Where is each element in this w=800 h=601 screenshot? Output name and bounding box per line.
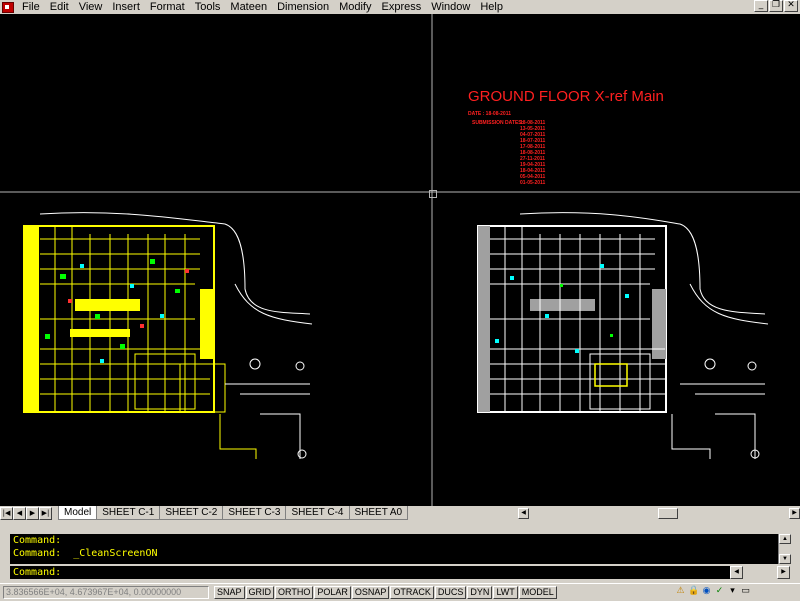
toggle-snap[interactable]: SNAP (214, 586, 245, 599)
scroll-down-icon[interactable]: ▼ (779, 554, 791, 564)
toggle-polar[interactable]: POLAR (314, 586, 351, 599)
command-horizontal-scrollbar[interactable]: ◀ ▶ (730, 566, 790, 579)
comm-center-icon[interactable]: ⚠ (675, 586, 686, 597)
toggle-ortho[interactable]: ORTHO (275, 586, 314, 599)
status-bar: 3.836566E+04, 4.673967E+04, 0.00000000 S… (0, 583, 800, 601)
menu-edit[interactable]: Edit (45, 0, 74, 14)
last-tab-icon[interactable]: ▶| (39, 507, 52, 520)
menu-bar: File Edit View Insert Format Tools Matee… (0, 0, 800, 14)
command-vertical-scrollbar[interactable]: ▲ ▼ (778, 534, 791, 564)
scroll-right-icon[interactable]: ▶ (777, 566, 790, 579)
comm-icon[interactable]: ◉ (701, 586, 712, 597)
command-input[interactable]: Command: (10, 566, 730, 579)
drawing-geometry (0, 14, 800, 506)
close-icon[interactable]: ✕ (784, 0, 798, 12)
menu-express[interactable]: Express (376, 0, 426, 14)
layout-tab-bar: |◀ ◀ ▶ ▶| Model SHEET C-1 SHEET C-2 SHEE… (0, 506, 800, 520)
submission-date: 01-05-2011 (520, 180, 546, 186)
menu-format[interactable]: Format (145, 0, 190, 14)
drawing-title-text: GROUND FLOOR X-ref Main (468, 88, 664, 105)
toggle-otrack[interactable]: OTRACK (390, 586, 434, 599)
command-history-line: Command: (13, 535, 62, 546)
toggle-lwt[interactable]: LWT (493, 586, 518, 599)
tab-sheet-c-2[interactable]: SHEET C-2 (159, 506, 224, 520)
submission-dates-list: 18-08-2011 13-05-2011 04-07-2011 18-07-2… (520, 120, 545, 186)
scroll-left-icon[interactable]: ◀ (518, 508, 529, 519)
toggle-grid[interactable]: GRID (245, 586, 275, 599)
restore-icon[interactable]: ❐ (769, 0, 783, 12)
scroll-left-icon[interactable]: ◀ (730, 566, 743, 579)
tab-sheet-c-3[interactable]: SHEET C-3 (222, 506, 287, 520)
submission-label-text: SUBMISSION DATES: (472, 120, 524, 126)
minimize-icon[interactable]: _ (754, 0, 768, 12)
first-tab-icon[interactable]: |◀ (0, 507, 13, 520)
left-floor-plan (23, 212, 313, 459)
drawing-canvas[interactable]: GROUND FLOOR X-ref Main DATE : 18-08-201… (0, 14, 800, 506)
toggle-model[interactable]: MODEL (518, 586, 557, 599)
menu-modify[interactable]: Modify (334, 0, 376, 14)
next-tab-icon[interactable]: ▶ (26, 507, 39, 520)
menu-tools[interactable]: Tools (190, 0, 226, 14)
tab-model[interactable]: Model (58, 506, 98, 520)
menu-file[interactable]: File (17, 0, 45, 14)
scroll-thumb[interactable] (658, 508, 678, 519)
toggle-osnap[interactable]: OSNAP (351, 586, 390, 599)
scroll-up-icon[interactable]: ▲ (779, 534, 791, 544)
crosshair-pickbox (429, 190, 437, 198)
horizontal-scrollbar[interactable]: ◀ ▶ (518, 508, 800, 519)
command-window: Command: Command: _CleanScreenON ▲ ▼ Com… (0, 520, 800, 582)
qc-icon[interactable]: ✓ (714, 586, 725, 597)
tab-sheet-c-4[interactable]: SHEET C-4 (285, 506, 350, 520)
menu-mateen[interactable]: Mateen (225, 0, 272, 14)
status-tray: ⚠ 🔒 ◉ ✓ ▾ ▭ (675, 586, 751, 597)
menu-help[interactable]: Help (475, 0, 508, 14)
toggle-dyn[interactable]: DYN (467, 586, 493, 599)
tab-sheet-a0[interactable]: SHEET A0 (348, 506, 409, 520)
toggle-ducs[interactable]: DUCS (434, 586, 467, 599)
autocad-drawing-icon[interactable] (2, 1, 14, 13)
update-icon[interactable]: ▾ (727, 586, 738, 597)
drawing-date-text: DATE : 18-08-2011 (468, 111, 511, 117)
menu-window[interactable]: Window (426, 0, 475, 14)
prev-tab-icon[interactable]: ◀ (13, 507, 26, 520)
scroll-right-icon[interactable]: ▶ (789, 508, 800, 519)
menu-view[interactable]: View (74, 0, 108, 14)
menu-insert[interactable]: Insert (107, 0, 145, 14)
menu-dimension[interactable]: Dimension (272, 0, 334, 14)
clean-screen-icon[interactable]: ▭ (740, 586, 751, 597)
command-history-line: Command: _CleanScreenON (13, 548, 158, 559)
right-floor-plan (477, 212, 769, 459)
command-history: Command: Command: _CleanScreenON (10, 534, 778, 564)
lock-icon[interactable]: 🔒 (688, 586, 699, 597)
coordinate-display[interactable]: 3.836566E+04, 4.673967E+04, 0.00000000 (3, 586, 209, 599)
tab-sheet-c-1[interactable]: SHEET C-1 (96, 506, 161, 520)
